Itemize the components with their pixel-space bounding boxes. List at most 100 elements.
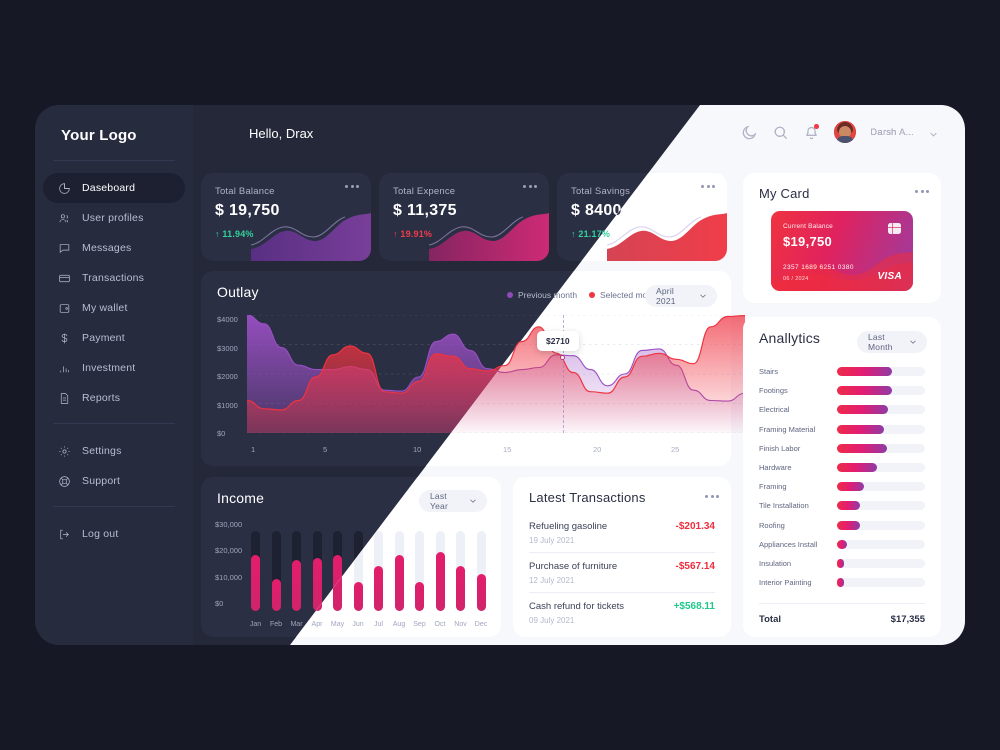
sidebar-item-transactions[interactable]: Transactions [43,263,185,293]
analytics-label: Interior Painting [759,578,812,588]
analytics-period-dropdown[interactable]: Last Month [857,331,927,353]
analytics-label: Stairs [759,367,779,376]
stat-delta: ↑ 11.94% [215,229,254,239]
outlay-y-tick: $0 [217,429,226,438]
analytics-bar [837,482,865,492]
stat-title: Total Expence [393,186,456,197]
more-options-icon[interactable] [345,185,359,188]
logout-icon [57,527,71,541]
income-month-label: Nov [454,621,467,628]
analytics-row: Insulation [759,557,925,570]
outlay-x-tick: 5 [323,445,328,454]
analytics-bar [837,578,845,588]
income-month-label: Jun [352,621,364,628]
outlay-y-tick: $4000 [217,315,238,324]
transaction-row[interactable]: Refueling gasoline19 July 2021-$201.34 [529,521,715,545]
more-options-icon[interactable] [915,190,929,193]
credit-card[interactable]: Current Balance $19,750 2357 1689 6251 038… [771,211,913,291]
more-options-icon[interactable] [523,185,537,188]
sidebar-item-support[interactable]: Support [43,466,185,496]
analytics-row: Tile Installation [759,499,925,512]
analytics-row: Interior Painting [759,576,925,589]
sidebar-item-settings[interactable]: Settings [43,436,185,466]
moon-icon[interactable] [741,124,758,141]
income-y-tick: $10,000 [215,572,243,582]
card-expiry: 06 / 2024 [783,276,809,282]
transaction-amount: +$568.11 [673,601,715,612]
analytics-bar [837,559,845,568]
outlay-x-tick: 1 [251,445,256,454]
transactions-panel: Latest TransactionsRefueling gasoline19 … [513,477,731,637]
analytics-row: Framing [759,480,925,493]
income-bar [251,555,260,611]
gear-icon [57,444,71,458]
outlay-y-tick: $2000 [217,372,238,381]
income-bar [353,582,363,611]
income-period-value: Last Year [430,491,448,511]
user-name: Darsh A... [870,126,914,138]
analytics-bar-track [837,482,925,492]
analytics-bar [837,539,847,549]
card-chip-icon [888,223,901,234]
sidebar-item-payment[interactable]: Payment [43,323,185,353]
message-icon [57,241,71,255]
income-period-dropdown[interactable]: Last Year [419,490,487,512]
search-icon[interactable] [772,124,789,141]
sidebar-item-my-wallet[interactable]: My wallet [43,293,185,323]
analytics-row: Framing Material [759,423,925,436]
stat-delta: ↑ 19.91% [393,229,433,239]
transaction-row[interactable]: Purchase of furniture12 July 2021-$567.1… [529,561,715,585]
analytics-bar-track [837,463,925,472]
header: Hello, Drax Darsh A... [193,105,965,163]
outlay-y-tick: $1000 [217,400,238,410]
sidebar-nav: Daseboard User profiles Messages Transactio… [35,161,193,413]
income-bar [292,560,301,611]
outlay-tooltip: $2710 [537,331,579,351]
bell-icon[interactable] [803,123,820,141]
sidebar-item-log-out[interactable]: Log out [43,519,185,549]
avatar[interactable] [834,121,857,143]
analytics-row: Footings [759,384,925,397]
income-month-label: Oct [434,621,446,628]
income-bar-track [415,531,424,611]
outlay-period-dropdown[interactable]: April 2021 [645,285,717,307]
income-bar-track [312,531,322,611]
document-icon [57,391,71,405]
analytics-label: Hardware [759,463,792,472]
sidebar-item-investment[interactable]: Investment [43,353,185,383]
transaction-row[interactable]: Cash refund for tickets09 July 2021+$568… [529,601,715,625]
more-options-icon[interactable] [705,495,719,498]
income-bar [312,558,322,611]
analytics-row: Appliances Install [759,538,925,551]
sidebar-item-label: Daseboard [82,182,136,194]
analytics-separator [759,603,925,604]
sidebar: Your Logo Daseboard User profiles Messages… [35,105,193,645]
income-month-label: Apr [311,621,323,628]
analytics-label: Appliances Install [759,539,818,549]
sidebar-secondary-nav: Settings Support [35,424,193,496]
transaction-date: 19 July 2021 [529,536,575,545]
income-bar-track [435,531,445,611]
transaction-amount: -$567.14 [675,561,715,572]
sidebar-item-daseboard[interactable]: Daseboard [43,173,185,203]
chevron-down-icon[interactable] [928,127,939,138]
stat-title: Total Balance [215,186,275,197]
analytics-bar-track [837,424,925,434]
income-bar-track [456,531,465,611]
sidebar-item-user-profiles[interactable]: User profiles [43,203,185,233]
analytics-row: Finish Labor [759,442,925,455]
sidebar-item-messages[interactable]: Messages [43,233,185,263]
chevron-down-icon [468,496,478,506]
outlay-period-value: April 2021 [656,286,676,306]
income-bar [435,552,445,611]
greeting: Hello, Drax [249,126,314,141]
income-y-tick: $20,000 [215,546,243,555]
analytics-total-value: $17,355 [890,614,925,625]
more-options-icon[interactable] [701,185,715,188]
sidebar-item-reports[interactable]: Reports [43,383,185,413]
income-y-tick: $30,000 [215,519,243,529]
stat-title: Total Savings [571,186,631,197]
sidebar-item-label: My wallet [82,302,128,314]
analytics-row: Hardware [759,461,925,474]
sidebar-item-label: Support [82,475,121,487]
